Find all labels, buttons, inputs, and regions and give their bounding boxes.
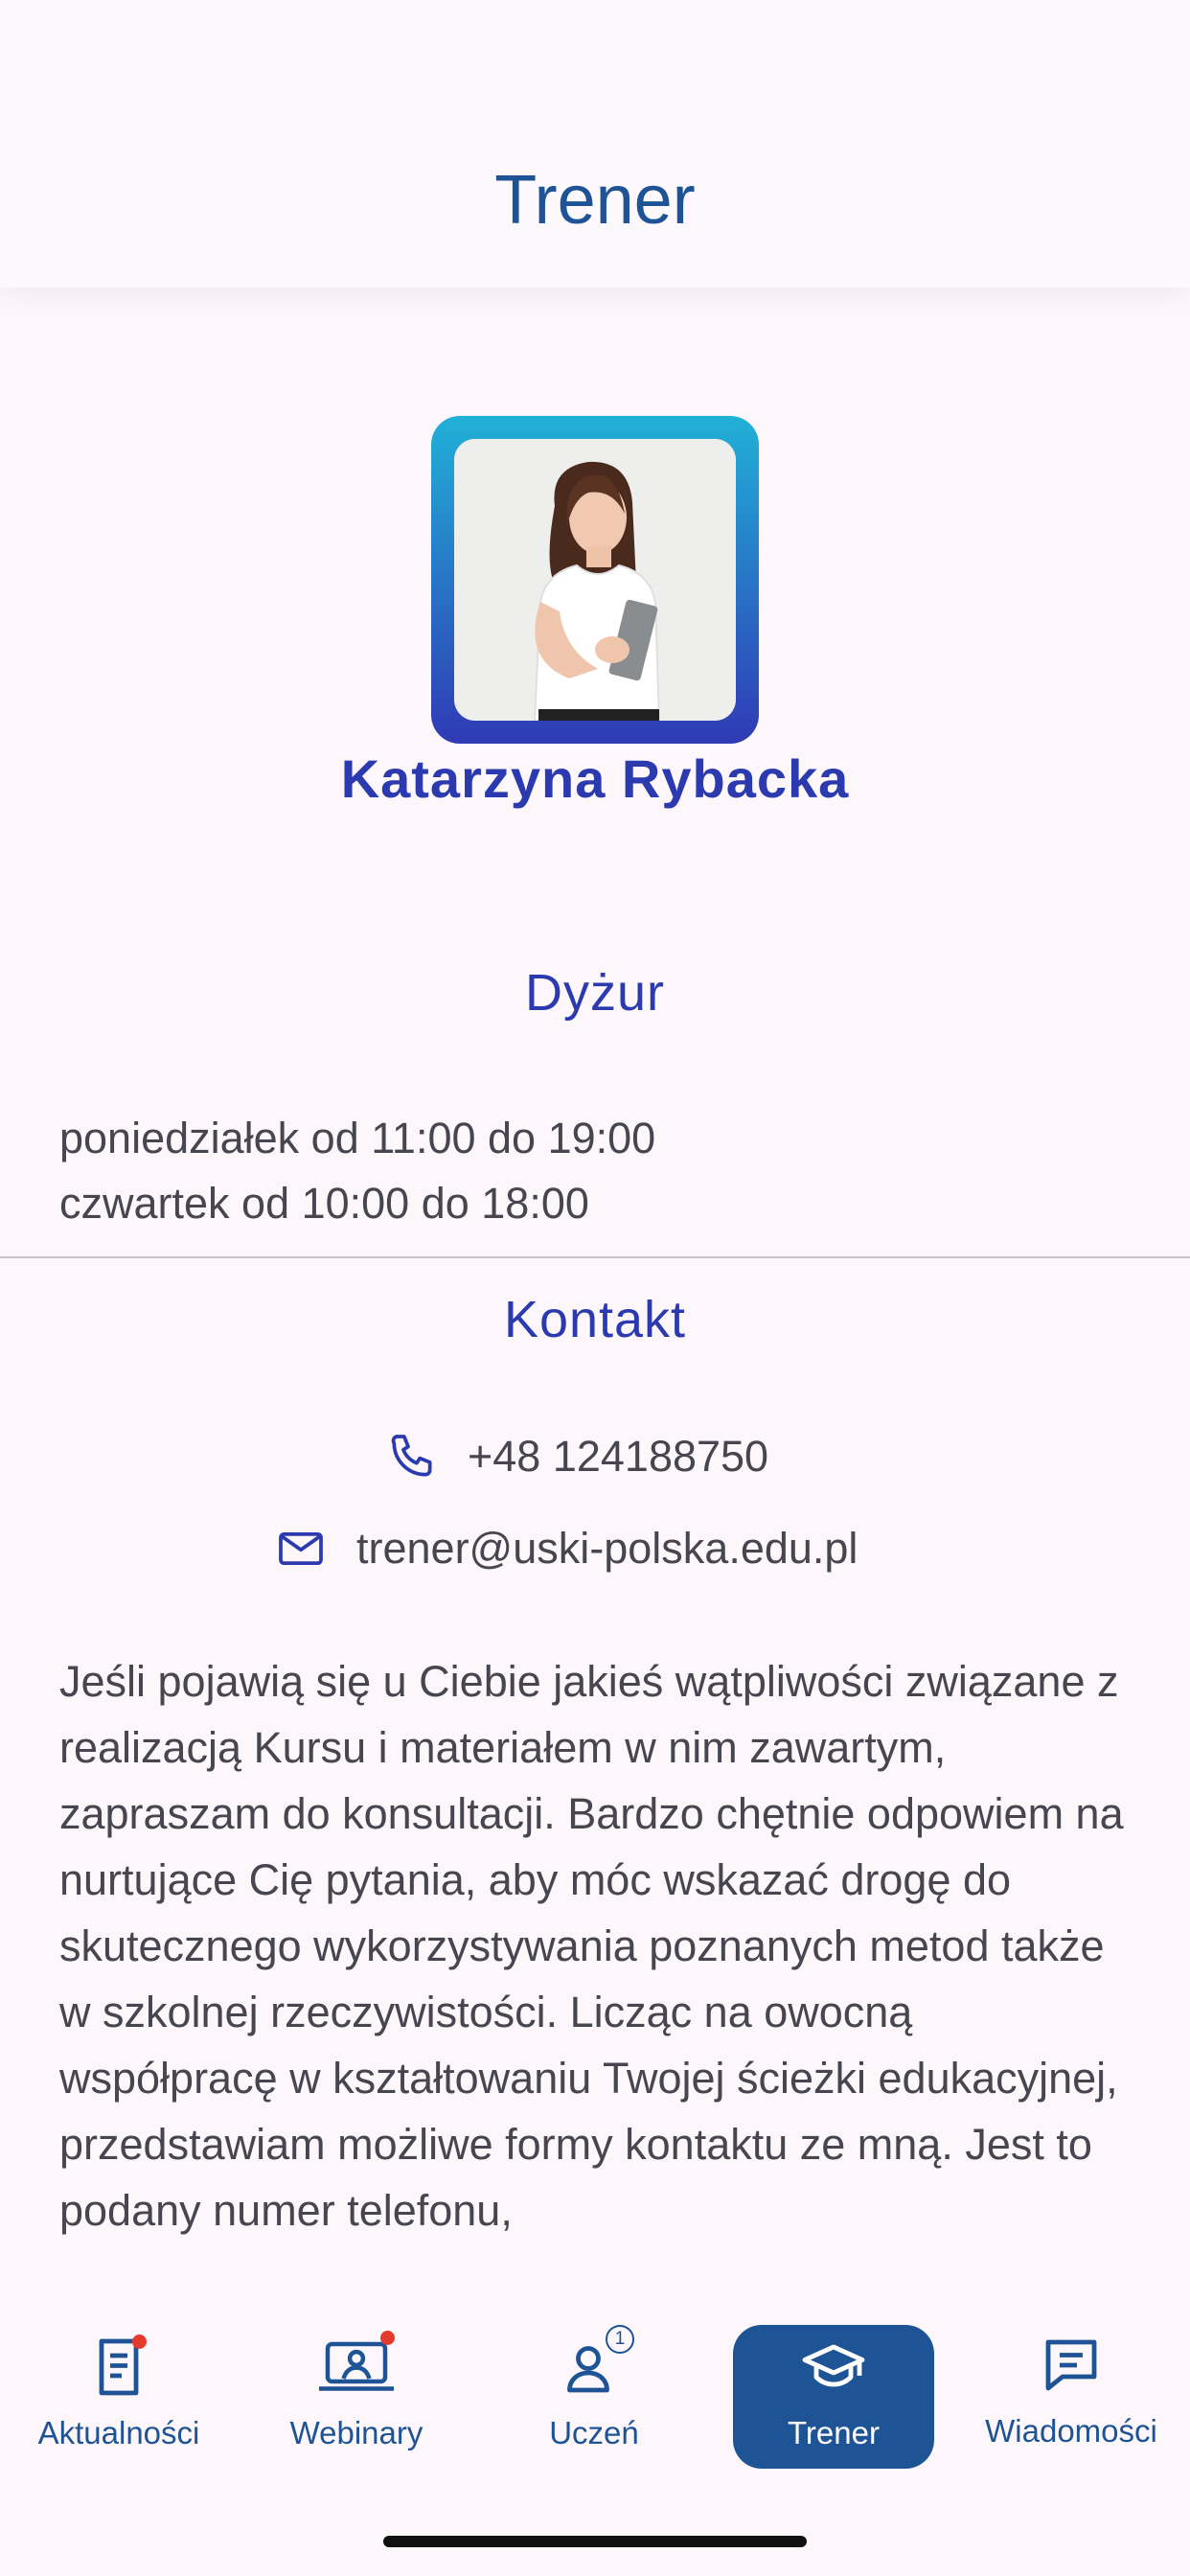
trainer-avatar <box>431 416 759 744</box>
mail-icon <box>274 1522 328 1576</box>
nav-label: Webinary <box>289 2415 423 2450</box>
trainer-description: Jeśli pojawią się u Ciebie jakieś wątpli… <box>59 1657 1124 2235</box>
page-title: Trener <box>494 162 696 239</box>
phone-number[interactable]: +48 124188750 <box>468 1432 768 1482</box>
nav-item-trener[interactable]: Trener <box>733 2323 934 2457</box>
nav-item-webinary[interactable]: Webinary <box>238 2323 475 2457</box>
duty-line: poniedziałek od 11:00 do 19:00 <box>59 1114 656 1162</box>
graduation-cap-icon <box>799 2333 868 2402</box>
email-address[interactable]: trener@uski-polska.edu.pl <box>356 1524 858 1574</box>
webinar-icon <box>313 2331 400 2402</box>
duty-title: Dyżur <box>524 964 665 1022</box>
duty-hours: poniedziałek od 11:00 do 19:00 czwartek … <box>59 1106 655 1236</box>
news-icon <box>84 2333 153 2402</box>
message-icon <box>1037 2331 1106 2400</box>
section-divider <box>0 1256 1190 1258</box>
nav-item-aktualnosci[interactable]: Aktualności <box>0 2323 238 2457</box>
nav-label: Aktualności <box>37 2415 200 2450</box>
notification-dot <box>132 2334 147 2349</box>
app-header: Trener <box>0 0 1190 288</box>
home-indicator[interactable] <box>383 2536 807 2547</box>
notification-dot <box>380 2331 395 2345</box>
trainer-photo <box>454 439 736 721</box>
nav-item-wiadomosci[interactable]: Wiadomości <box>952 2321 1190 2455</box>
trainer-name: Katarzyna Rybacka <box>340 748 850 809</box>
nav-label: Trener <box>788 2415 880 2450</box>
nav-label: Wiadomości <box>985 2413 1157 2449</box>
nav-item-uczen[interactable]: 1 Uczeń <box>475 2323 713 2457</box>
duty-line: czwartek od 10:00 do 18:00 <box>59 1179 589 1228</box>
phone-contact[interactable]: +48 124188750 <box>385 1430 768 1484</box>
email-contact[interactable]: trener@uski-polska.edu.pl <box>274 1522 858 1576</box>
nav-label: Uczeń <box>549 2415 639 2450</box>
student-badge: 1 <box>606 2325 634 2354</box>
phone-icon <box>385 1430 439 1484</box>
contact-title: Kontakt <box>503 1291 687 1348</box>
student-icon: 1 <box>560 2325 634 2402</box>
